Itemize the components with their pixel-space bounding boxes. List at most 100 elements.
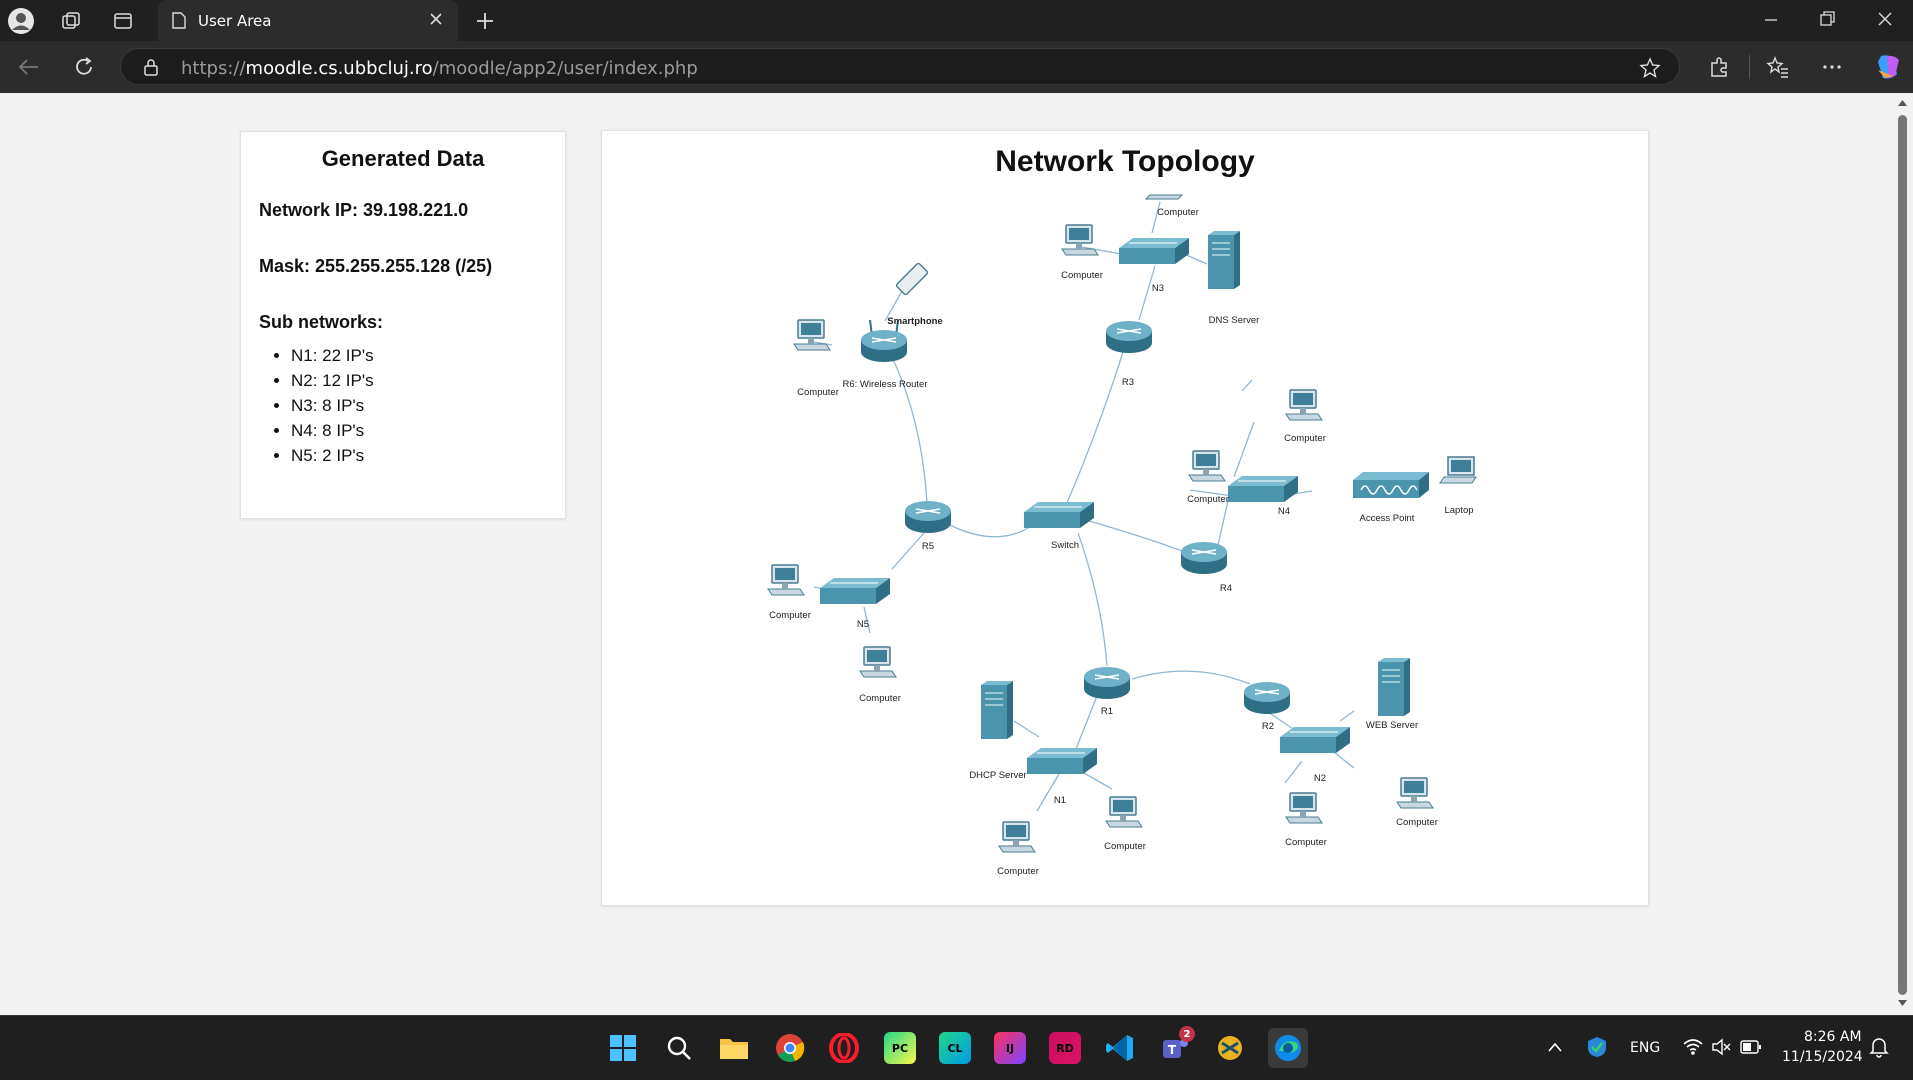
dns-server-icon (1207, 230, 1241, 290)
teams-icon[interactable]: T 2 (1159, 1026, 1195, 1064)
n4-left-computer-icon (1188, 450, 1226, 482)
refresh-icon[interactable] (72, 55, 96, 79)
topology-links (813, 201, 1393, 812)
subnet-item: N4: 8 IP's (291, 418, 565, 443)
rider-icon[interactable]: RD (1049, 1032, 1081, 1064)
url-text: https://moodle.cs.ubbcluj.ro/moodle/app2… (181, 58, 698, 79)
start-icon[interactable] (607, 1032, 639, 1064)
clock-date[interactable]: 11/15/2024 (1782, 1049, 1863, 1065)
vertical-tabs-icon[interactable] (108, 6, 138, 36)
volume-muted-icon[interactable] (1711, 1038, 1731, 1056)
r4-router-icon (1180, 541, 1228, 575)
node-label: N5 (857, 619, 869, 630)
n5-switch-icon (819, 577, 891, 605)
vscode-icon[interactable] (1104, 1032, 1136, 1064)
more-options-icon[interactable] (1822, 64, 1842, 70)
notifications-icon[interactable] (1868, 1036, 1890, 1058)
teams-badge: 2 (1179, 1026, 1195, 1042)
tab-title: User Area (198, 12, 272, 30)
lock-icon[interactable] (143, 58, 159, 76)
subnet-item: N3: 8 IP's (291, 393, 565, 418)
active-tab[interactable]: User Area (158, 0, 458, 41)
node-label: R3 (1122, 377, 1134, 388)
restore-icon[interactable] (1818, 10, 1836, 28)
r1-router-icon (1083, 666, 1131, 700)
page-icon (172, 12, 186, 29)
node-label: Computer (1284, 433, 1326, 444)
subnet-item: N5: 2 IP's (291, 443, 565, 468)
n4-top-computer-icon (1285, 389, 1323, 421)
extensions-icon[interactable] (1708, 56, 1730, 78)
copilot-icon[interactable] (1873, 52, 1903, 82)
clion-icon[interactable]: CL (939, 1032, 971, 1064)
close-window-icon[interactable] (1876, 10, 1894, 28)
scroll-down-icon[interactable] (1897, 999, 1908, 1007)
profile-icon[interactable] (6, 6, 36, 36)
packet-tracer-icon[interactable] (1214, 1032, 1246, 1064)
n5-bottom-computer-icon (859, 646, 897, 678)
network-ip: Network IP: 39.198.221.0 (259, 200, 469, 220)
n2-right-computer-icon (1396, 777, 1434, 809)
url-field[interactable]: https://moodle.cs.ubbcluj.ro/moodle/app2… (120, 48, 1680, 85)
vertical-scrollbar[interactable] (1892, 93, 1913, 1015)
node-label: Computer (997, 866, 1039, 877)
search-icon[interactable] (663, 1032, 695, 1064)
opera-icon[interactable] (828, 1032, 860, 1064)
node-label: WEB Server (1366, 720, 1418, 731)
close-tab-icon[interactable] (428, 11, 444, 27)
page-content: Generated Data Network IP: 39.198.221.0 … (0, 93, 1892, 1015)
node-label: N2 (1314, 773, 1326, 784)
clock-time[interactable]: 8:26 AM (1804, 1029, 1862, 1045)
node-label: Computer (1285, 837, 1327, 848)
new-tab-icon[interactable] (470, 6, 500, 36)
r6-computer-icon (793, 319, 831, 351)
chrome-icon[interactable] (774, 1032, 806, 1064)
node-label: Computer (797, 387, 839, 398)
generated-data-title: Generated Data (321, 146, 485, 171)
node-label: Computer (1187, 494, 1229, 505)
generated-data-card: Generated Data Network IP: 39.198.221.0 … (240, 131, 566, 519)
url-host: moodle.cs.ubbcluj.ro (245, 58, 433, 79)
favorite-star-icon[interactable] (1639, 57, 1661, 79)
intellij-icon[interactable]: IJ (994, 1032, 1026, 1064)
file-explorer-icon[interactable] (718, 1032, 750, 1064)
scrollbar-thumb[interactable] (1898, 115, 1907, 995)
favorites-icon[interactable] (1766, 56, 1790, 78)
node-label: Laptop (1444, 505, 1473, 516)
node-label: Computer (859, 693, 901, 704)
node-label: Smartphone (887, 316, 942, 327)
n5-left-computer-icon (767, 564, 805, 596)
edge-icon[interactable] (1268, 1028, 1308, 1068)
n3-left-computer-icon (1061, 224, 1099, 256)
back-icon[interactable] (16, 56, 40, 78)
pycharm-icon[interactable]: PC (884, 1032, 916, 1064)
node-label: Computer (1396, 817, 1438, 828)
node-label: Computer (1061, 270, 1103, 281)
node-label: N4 (1278, 506, 1290, 517)
access-point-icon (1353, 472, 1429, 498)
r2-router-icon (1243, 681, 1291, 715)
node-label: Switch (1051, 540, 1079, 551)
node-label: DHCP Server (969, 770, 1026, 781)
battery-icon[interactable] (1740, 1040, 1762, 1054)
node-label: R5 (922, 541, 934, 552)
defender-shield-icon[interactable] (1587, 1036, 1607, 1058)
node-label: Access Point (1360, 513, 1415, 524)
minimize-icon[interactable] (1762, 10, 1780, 28)
n1-switch-icon (1026, 747, 1098, 775)
node-label: DNS Server (1209, 315, 1260, 326)
browser-tab-bar: User Area (0, 0, 1913, 41)
mask: Mask: 255.255.255.128 (/25) (259, 256, 493, 276)
chevron-up-icon[interactable] (1548, 1042, 1562, 1052)
taskbar: PC CL IJ RD T 2 ENG 8:26 AM 11/15/2024 (0, 1015, 1913, 1080)
node-label: R4 (1220, 583, 1232, 594)
r3-router-icon (1105, 320, 1153, 354)
workspaces-icon[interactable] (56, 6, 86, 36)
url-prefix: https:// (181, 58, 246, 79)
wifi-icon[interactable] (1683, 1038, 1703, 1056)
scroll-up-icon[interactable] (1897, 99, 1908, 107)
node-label: R1 (1101, 706, 1113, 717)
language-indicator[interactable]: ENG (1630, 1040, 1660, 1056)
node-label: Computer (1104, 841, 1146, 852)
web-server-icon (1377, 657, 1411, 717)
